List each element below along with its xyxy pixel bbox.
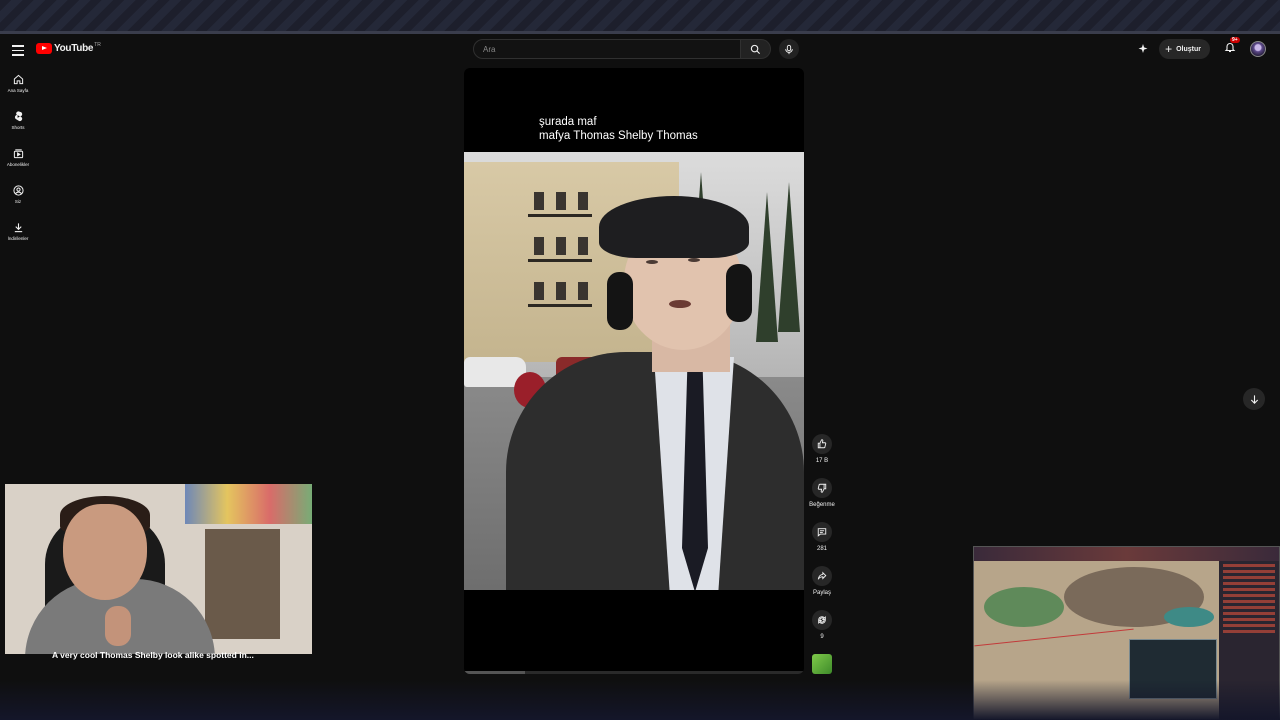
nav-item-downloads[interactable]: İndirilenler [0, 220, 36, 257]
search-icon [750, 44, 761, 54]
header-actions: + Oluştur 9+ [1137, 37, 1266, 59]
shorts-player[interactable]: şurada maf mafya Thomas Shelby Thomas [464, 68, 804, 674]
nav-label: Shorts [11, 125, 25, 130]
download-icon [14, 223, 22, 233]
share-label: Paylaş [812, 590, 831, 596]
streamer-webcam [5, 484, 312, 654]
dislike-action: Beğenme [807, 478, 837, 522]
remix-icon [818, 615, 826, 625]
like-action: 17 B [807, 434, 837, 478]
video-progress-fill [464, 671, 526, 674]
nav-item-you[interactable]: Siz [0, 183, 36, 220]
like-count: 17 B [815, 458, 829, 464]
nav-item-shorts[interactable]: Shorts [0, 109, 36, 146]
plus-icon: + [1165, 42, 1173, 56]
remix-button[interactable] [812, 610, 832, 630]
remix-count: 9 [820, 634, 824, 640]
overlay-caption: A very cool Thomas Shelby look alike spo… [52, 650, 254, 660]
subscriptions-icon [13, 149, 23, 159]
video-progress-bar[interactable] [464, 671, 804, 674]
like-button[interactable] [812, 434, 832, 454]
nav-label: İndirilenler [7, 236, 29, 241]
share-icon [817, 571, 827, 580]
scene-person-cap [599, 196, 749, 258]
nav-item-home[interactable]: Ana Sayfa [0, 72, 36, 109]
shorts-action-bar: 17 B Beğenme 281 Paylaş 9 [807, 434, 837, 674]
thumbs-down-icon [817, 483, 827, 493]
you-icon [12, 185, 24, 196]
search-button[interactable] [741, 39, 771, 59]
sound-thumbnail[interactable] [812, 654, 832, 674]
create-label: Oluştur [1176, 45, 1201, 53]
comment-icon [817, 528, 827, 537]
search-input[interactable] [473, 39, 741, 59]
caption-line-1: şurada maf [539, 116, 597, 128]
scene-person-coat [506, 352, 804, 590]
bottom-glow [0, 680, 1280, 720]
video-frame [464, 152, 804, 590]
share-action: Paylaş [807, 566, 837, 610]
dislike-label: Beğenme [809, 502, 835, 508]
notification-badge: 9+ [1230, 37, 1240, 43]
search-bar [473, 39, 799, 59]
guide-mini: Ana Sayfa Shorts Abonelikler Siz İndiril… [0, 72, 36, 257]
next-short-button[interactable] [1243, 388, 1265, 410]
home-icon [13, 74, 23, 85]
youtube-play-icon [36, 43, 52, 54]
thumbs-up-icon [817, 439, 827, 449]
video-caption: şurada maf mafya Thomas Shelby Thomas [539, 115, 698, 143]
nav-label: Abonelikler [6, 162, 30, 167]
shorts-icon [14, 111, 22, 122]
comment-action: 281 [807, 522, 837, 566]
account-avatar[interactable] [1250, 41, 1266, 57]
remix-action: 9 [807, 610, 837, 654]
comment-count: 281 [816, 546, 827, 552]
share-button[interactable] [812, 566, 832, 586]
logo-region: TR [94, 41, 101, 48]
game-top-bar [974, 547, 1279, 561]
create-button[interactable]: + Oluştur [1159, 39, 1210, 59]
comments-button[interactable] [812, 522, 832, 542]
dislike-button[interactable] [812, 478, 832, 498]
arrow-down-icon [1250, 394, 1258, 404]
caption-line-2: mafya Thomas Shelby Thomas [539, 130, 698, 142]
youtube-logo[interactable]: YouTube TR [36, 41, 101, 54]
menu-icon[interactable] [12, 45, 24, 56]
voice-search-button[interactable] [779, 39, 799, 59]
nav-label: Siz [14, 199, 22, 204]
notifications-button[interactable]: 9+ [1224, 37, 1240, 58]
nav-item-subscriptions[interactable]: Abonelikler [0, 146, 36, 183]
logo-text: YouTube [54, 43, 94, 54]
browser-top-strip [0, 0, 1280, 34]
nav-label: Ana Sayfa [7, 88, 29, 93]
cast-sparkle-icon[interactable] [1137, 43, 1149, 55]
microphone-icon [785, 44, 793, 54]
masthead: YouTube TR + Oluştur 9+ [0, 37, 1280, 65]
